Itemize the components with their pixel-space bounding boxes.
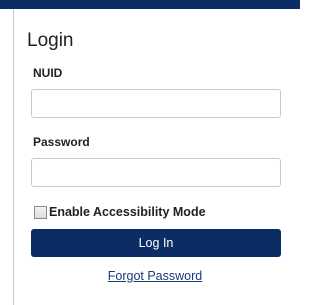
- login-panel: Login NUID Password Enable Accessibility…: [0, 0, 300, 305]
- login-title: Login: [27, 30, 74, 51]
- accessibility-label[interactable]: Enable Accessibility Mode: [49, 205, 206, 219]
- login-button[interactable]: Log In: [31, 229, 281, 257]
- header-bar: [0, 0, 300, 9]
- panel-border: [13, 9, 14, 305]
- password-label: Password: [33, 135, 90, 149]
- nuid-label: NUID: [33, 66, 63, 80]
- nuid-input[interactable]: [31, 89, 281, 118]
- forgot-password-link[interactable]: Forgot Password: [0, 269, 310, 283]
- accessibility-checkbox[interactable]: [34, 205, 47, 219]
- accessibility-toggle[interactable]: Enable Accessibility Mode: [32, 204, 206, 220]
- password-input[interactable]: [31, 158, 281, 187]
